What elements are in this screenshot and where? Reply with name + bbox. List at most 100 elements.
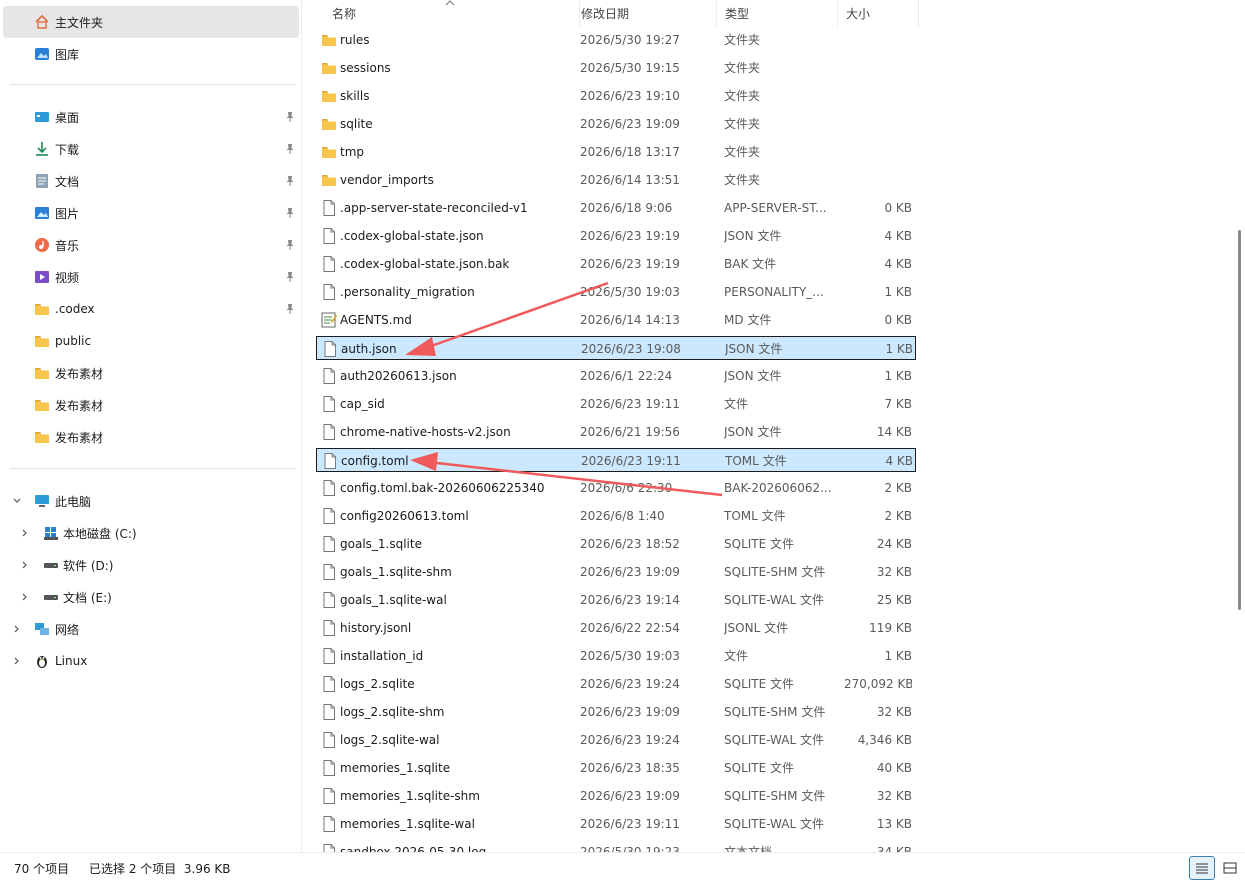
file-row[interactable]: .app-server-state-reconciled-v1 2026/6/18…	[316, 196, 916, 220]
expand-toggle[interactable]	[11, 495, 23, 507]
home-icon	[35, 14, 49, 29]
file-size	[844, 168, 912, 192]
expand-toggle[interactable]	[11, 623, 23, 635]
sidebar-tree-item-1[interactable]: 本地磁盘 (C:)	[3, 517, 299, 549]
file-size: 34 KB	[876, 845, 912, 852]
file-row[interactable]: vendor_imports 2026/6/14 13:51 文件夹	[316, 168, 916, 192]
file-row[interactable]: config20260613.toml 2026/6/8 1:40 TOML 文件 2…	[316, 504, 916, 528]
file-row[interactable]: goals_1.sqlite-shm 2026/6/23 19:09 SQLITE-…	[316, 560, 916, 584]
file-modified-date: 2026/6/14 13:51	[580, 173, 680, 187]
file-row[interactable]: .codex-global-state.json.bak 2026/6/23 19…	[316, 252, 916, 276]
sidebar-tree-item-2[interactable]: 软件 (D:)	[3, 549, 299, 581]
file-icon	[323, 620, 335, 636]
column-header-type[interactable]: 类型	[717, 0, 838, 27]
file-name: config.toml.bak-20260606225340	[340, 481, 545, 495]
file-size: 1 KB	[884, 369, 912, 383]
sidebar-tree-item-3[interactable]: 文档 (E:)	[3, 581, 299, 613]
nav-item-label: 下载	[55, 142, 80, 157]
file-row[interactable]: sessions 2026/5/30 19:15 文件夹	[316, 56, 916, 80]
sidebar-item-pinned-5[interactable]: 视频	[3, 261, 299, 293]
file-modified-date: 2026/6/23 19:09	[580, 117, 680, 131]
tiles-view-button[interactable]	[1217, 856, 1243, 880]
file-modified-date: 2026/6/21 19:56	[580, 425, 680, 439]
file-name: auth.json	[341, 342, 397, 356]
file-modified-date: 2026/6/23 19:19	[580, 257, 680, 271]
file-row[interactable]: chrome-native-hosts-v2.json 2026/6/21 19:…	[316, 420, 916, 444]
column-header-size[interactable]: 大小	[838, 0, 919, 27]
file-row[interactable]: tmp 2026/6/18 13:17 文件夹	[316, 140, 916, 164]
file-size: 7 KB	[884, 397, 912, 411]
file-type: SQLITE-SHM 文件	[724, 565, 826, 579]
file-modified-date: 2026/6/23 19:08	[581, 342, 681, 356]
gallery-icon	[35, 48, 49, 60]
file-row[interactable]: logs_2.sqlite-shm 2026/6/23 19:09 SQLITE-S…	[316, 700, 916, 724]
expand-toggle[interactable]	[19, 527, 31, 539]
file-row[interactable]: sandbox.2026-05-30.log 2026/5/30 19:23 文本文…	[316, 840, 916, 852]
file-type-icon	[320, 364, 338, 388]
file-modified-date: 2026/6/23 19:19	[580, 229, 680, 243]
sidebar-item-pinned-2[interactable]: 文档	[3, 165, 299, 197]
file-size: 4 KB	[884, 257, 912, 271]
file-row[interactable]: skills 2026/6/23 19:10 文件夹	[316, 84, 916, 108]
file-name: .personality_migration	[340, 285, 475, 299]
drive-icon	[44, 595, 58, 600]
file-row[interactable]: logs_2.sqlite 2026/6/23 19:24 SQLITE 文件 270…	[316, 672, 916, 696]
file-row[interactable]: .codex-global-state.json 2026/6/23 19:19 J…	[316, 224, 916, 248]
file-icon	[323, 760, 335, 776]
file-row[interactable]: auth20260613.json 2026/6/1 22:24 JSON 文件 1 …	[316, 364, 916, 388]
pin-icon	[286, 304, 294, 314]
file-icon	[324, 341, 336, 357]
sidebar-tree-item-4[interactable]: 网络	[3, 613, 299, 645]
scrollbar-thumb[interactable]	[1238, 230, 1241, 610]
file-icon	[323, 396, 335, 412]
sidebar-item-pinned-4[interactable]: 音乐	[3, 229, 299, 261]
file-type-icon	[320, 616, 338, 640]
file-row[interactable]: goals_1.sqlite-wal 2026/6/23 19:14 SQLITE-…	[316, 588, 916, 612]
file-row[interactable]: logs_2.sqlite-wal 2026/6/23 19:24 SQLITE-W…	[316, 728, 916, 752]
file-row[interactable]: rules 2026/5/30 19:27 文件夹	[316, 28, 916, 52]
sidebar-item-quick-0[interactable]: 主文件夹	[3, 6, 299, 38]
sidebar-item-pinned-7[interactable]: public	[3, 325, 299, 357]
vertical-scrollbar[interactable]	[1234, 0, 1245, 852]
file-row[interactable]: .personality_migration 2026/5/30 19:03 PER…	[316, 280, 916, 304]
expand-toggle[interactable]	[19, 591, 31, 603]
folder-icon	[322, 63, 336, 74]
file-name: skills	[340, 89, 370, 103]
sidebar-tree-item-5[interactable]: Linux	[3, 645, 299, 677]
file-row[interactable]: sqlite 2026/6/23 19:09 文件夹	[316, 112, 916, 136]
file-modified-date: 2026/6/18 13:17	[580, 145, 680, 159]
column-header-date[interactable]: 修改日期	[573, 0, 717, 27]
folder-icon	[322, 147, 336, 158]
file-row[interactable]: AGENTS.md 2026/6/14 14:13 MD 文件 0 KB	[316, 308, 916, 332]
expand-toggle[interactable]	[19, 559, 31, 571]
file-size: 2 KB	[884, 481, 912, 495]
file-row[interactable]: cap_sid 2026/6/23 19:11 文件 7 KB	[316, 392, 916, 416]
pin-icon-wrap	[284, 111, 296, 123]
sidebar-item-pinned-3[interactable]: 图片	[3, 197, 299, 229]
sidebar-tree-item-0[interactable]: 此电脑	[3, 485, 299, 517]
file-row[interactable]: config.toml 2026/6/23 19:11 TOML 文件 4 KB	[316, 448, 916, 472]
sidebar-item-pinned-6[interactable]: .codex	[3, 293, 299, 325]
sidebar-item-pinned-8[interactable]: 发布素材	[3, 357, 299, 389]
sidebar-item-pinned-0[interactable]: 桌面	[3, 101, 299, 133]
file-row[interactable]: memories_1.sqlite 2026/6/23 18:35 SQLITE 文…	[316, 756, 916, 780]
sidebar-item-pinned-10[interactable]: 发布素材	[3, 421, 299, 453]
sidebar-item-quick-1[interactable]: 图库	[3, 38, 299, 70]
file-row[interactable]: goals_1.sqlite 2026/6/23 18:52 SQLITE 文件 24…	[316, 532, 916, 556]
file-type-icon	[321, 449, 339, 473]
file-row[interactable]: installation_id 2026/5/30 19:03 文件 1 KB	[316, 644, 916, 668]
file-row[interactable]: memories_1.sqlite-shm 2026/6/23 19:09 SQLI…	[316, 784, 916, 808]
file-row[interactable]: memories_1.sqlite-wal 2026/6/23 19:11 SQLI…	[316, 812, 916, 836]
sidebar-item-pinned-9[interactable]: 发布素材	[3, 389, 299, 421]
file-name: .app-server-state-reconciled-v1	[340, 201, 528, 215]
pin-icon	[286, 240, 294, 250]
details-view-button[interactable]	[1189, 856, 1215, 880]
file-size: 2 KB	[884, 509, 912, 523]
file-row[interactable]: config.toml.bak-20260606225340 2026/6/6 2…	[316, 476, 916, 500]
expand-toggle[interactable]	[11, 655, 23, 667]
sidebar-item-pinned-1[interactable]: 下载	[3, 133, 299, 165]
file-type: 文件	[724, 397, 749, 411]
file-row[interactable]: history.jsonl 2026/6/22 22:54 JSONL 文件 119 …	[316, 616, 916, 640]
file-size	[844, 84, 912, 108]
file-row[interactable]: auth.json 2026/6/23 19:08 JSON 文件 1 KB	[316, 336, 916, 360]
